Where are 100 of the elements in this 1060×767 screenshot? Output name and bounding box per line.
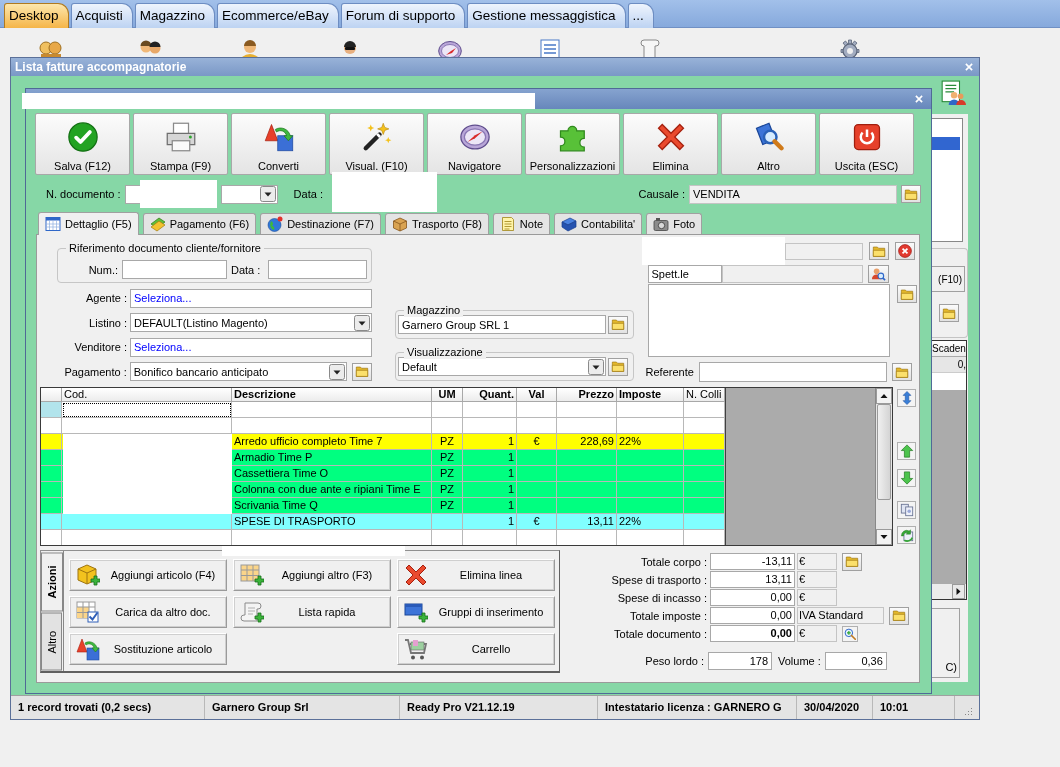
text-area[interactable] (647, 284, 890, 357)
lookup-field[interactable]: Seleziona... (130, 288, 372, 308)
folder-button[interactable] (939, 304, 959, 322)
action-button[interactable]: Lista rapida (233, 596, 391, 628)
tab[interactable]: Trasporto (F8) (384, 213, 489, 234)
gear-icon[interactable] (838, 37, 862, 57)
folder-icon (904, 187, 918, 201)
table-row (932, 373, 966, 390)
vertical-scrollbar[interactable] (875, 388, 892, 545)
folder-button[interactable] (896, 285, 917, 303)
action-button[interactable]: Carica da altro doc. (69, 596, 227, 628)
caret-up-icon[interactable] (876, 388, 892, 404)
folder-button[interactable] (842, 552, 862, 571)
app-tab[interactable]: Magazzino (134, 3, 216, 28)
scroll-icon[interactable] (638, 37, 662, 57)
folder-button[interactable] (889, 606, 909, 625)
toolbar-button[interactable]: Visual. (F10) (329, 113, 424, 175)
scroll-thumb[interactable] (877, 404, 891, 500)
app-tab[interactable]: Acquisti (70, 3, 133, 28)
folder-button[interactable] (868, 242, 889, 260)
toolbar-button[interactable]: Salva (F12) (35, 113, 130, 175)
app-tab[interactable]: Desktop (4, 3, 69, 28)
table-row[interactable]: SPESE DI TRASPORTO 1 € 13,11 22% (41, 514, 725, 530)
tab[interactable]: Pagamento (F6) (142, 213, 257, 234)
search-button[interactable] (867, 265, 889, 283)
remove-button[interactable] (894, 242, 915, 260)
folder-button[interactable] (901, 185, 921, 203)
tab[interactable]: Foto (646, 213, 703, 234)
folder-button[interactable] (352, 362, 372, 381)
toolbar-button[interactable]: Uscita (ESC) (819, 113, 914, 175)
focused-cell[interactable] (62, 402, 232, 418)
column-header[interactable]: Val (517, 388, 557, 402)
tool-button[interactable] (897, 442, 916, 460)
people-list-icon[interactable] (940, 80, 966, 106)
text-field[interactable] (124, 184, 140, 204)
resize-grip-icon[interactable] (963, 706, 973, 716)
tool-button[interactable] (897, 501, 916, 519)
column-header[interactable]: Cod. (62, 388, 232, 402)
tool-button[interactable] (897, 526, 916, 544)
exit-button[interactable]: C) (932, 608, 960, 678)
dropdown-field[interactable]: Default (398, 357, 606, 376)
total-value-field: 0,00 (710, 589, 795, 606)
close-icon[interactable] (964, 62, 974, 72)
toolbar-button[interactable]: Personalizzazioni (525, 113, 620, 175)
column-header[interactable]: Scaden (932, 341, 966, 357)
action-button[interactable]: Sostituzione articolo (69, 633, 227, 665)
dropdown-field[interactable] (220, 184, 278, 204)
unit-field: € (797, 589, 837, 606)
toolbar-button[interactable]: Stampa (F9) (133, 113, 228, 175)
dropdown-field[interactable]: DEFAULT(Listino Magento) (130, 313, 372, 332)
text-field[interactable]: VENDITA (689, 184, 897, 204)
column-header[interactable]: Quant. (463, 388, 517, 402)
tool-button[interactable] (897, 469, 916, 487)
app-tab[interactable]: Gestione messaggistica (467, 3, 626, 28)
tab[interactable]: Dettaglio (F5) (38, 212, 139, 235)
text-field[interactable] (268, 260, 368, 279)
app-tab[interactable]: Ecommerce/eBay (217, 3, 339, 28)
text-field[interactable] (784, 242, 863, 260)
text-field[interactable]: Garnero Group SRL 1 (398, 315, 606, 334)
folder-button[interactable] (891, 363, 912, 381)
number-field[interactable]: 0,36 (824, 652, 887, 670)
text-field[interactable] (122, 260, 227, 279)
caret-icon (587, 358, 604, 375)
action-button[interactable]: Elimina linea (397, 559, 555, 591)
column-header[interactable]: UM (432, 388, 463, 402)
toolbar-button[interactable]: Altro (721, 113, 816, 175)
shapes-arrow-icon (263, 122, 294, 152)
app-tab[interactable]: ... (627, 3, 654, 28)
list-icon[interactable] (538, 37, 562, 57)
toolbar-button[interactable]: Elimina (623, 113, 718, 175)
action-button[interactable]: Aggiungi altro (F3) (233, 559, 391, 591)
zoom-button[interactable] (842, 625, 858, 642)
toolbar-button[interactable]: Converti (231, 113, 326, 175)
horizontal-scrollbar[interactable] (932, 584, 966, 599)
close-icon[interactable] (914, 94, 924, 104)
lookup-field[interactable]: Seleziona... (130, 337, 372, 357)
text-field[interactable]: Spett.le (647, 265, 722, 283)
tool-button[interactable] (897, 389, 916, 407)
column-header[interactable]: Imposte (617, 388, 684, 402)
side-button[interactable]: (F10) (932, 266, 965, 292)
text-field[interactable] (721, 265, 863, 283)
toolbar-button[interactable]: Navigatore (427, 113, 522, 175)
number-field[interactable]: 178 (708, 652, 772, 670)
action-button[interactable]: Carrello (397, 633, 555, 665)
vertical-tab[interactable]: Altro (41, 613, 62, 671)
folder-button[interactable] (607, 357, 628, 376)
vertical-tab[interactable]: Azioni (41, 552, 63, 612)
column-header[interactable]: Prezzo (557, 388, 617, 402)
column-header[interactable]: N. Colli (684, 388, 725, 402)
tab[interactable]: Note (492, 213, 551, 234)
column-header[interactable]: Descrizione (232, 388, 432, 402)
caret-down-icon[interactable] (876, 529, 892, 545)
folder-button[interactable] (607, 315, 628, 334)
action-button[interactable]: Gruppi di inserimento (397, 596, 555, 628)
tab[interactable]: Contabilita' (554, 213, 643, 234)
tab[interactable]: Destinazione (F7) (260, 213, 381, 234)
action-button[interactable]: Aggiungi articolo (F4) (69, 559, 227, 591)
text-field[interactable] (698, 362, 887, 382)
app-tab[interactable]: Forum di supporto (340, 3, 466, 28)
dropdown-field[interactable]: Bonifico bancario anticipato (129, 362, 347, 381)
